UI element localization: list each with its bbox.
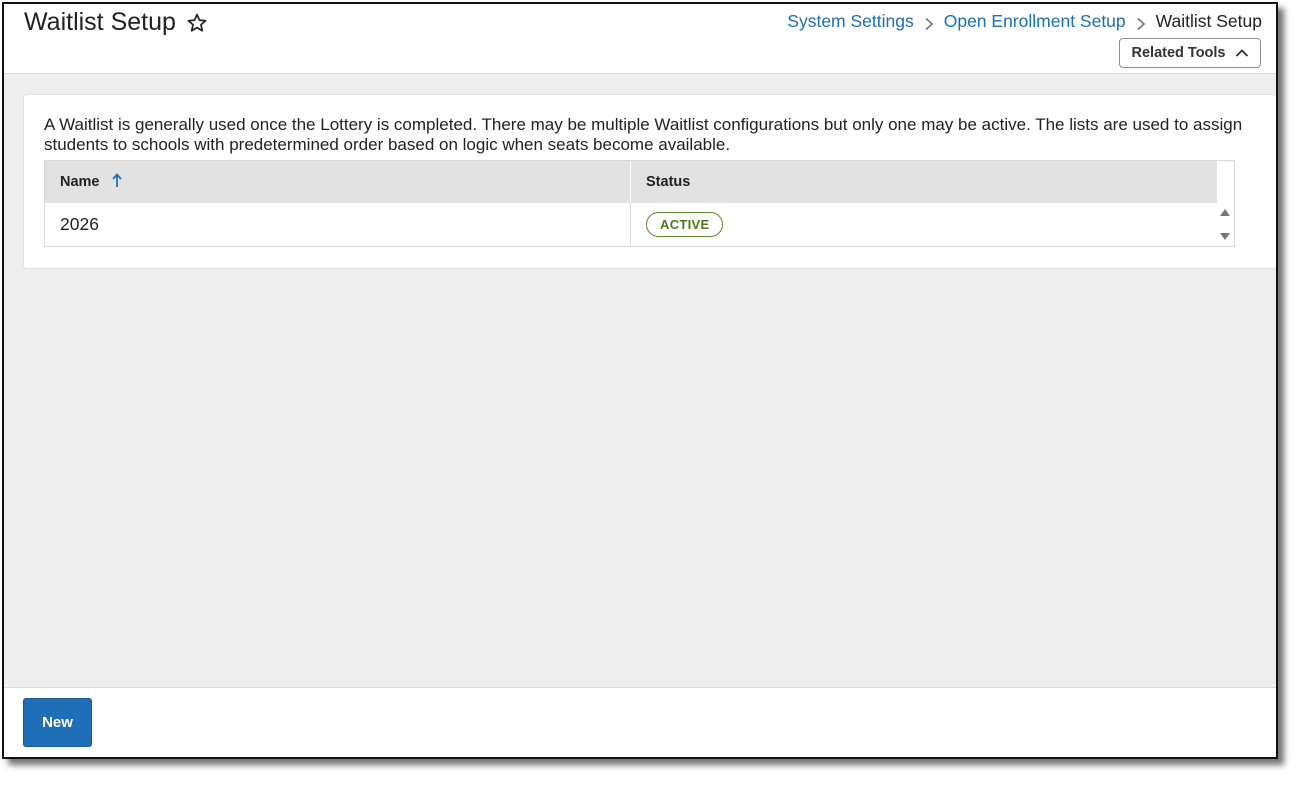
page-title: Waitlist Setup [24, 8, 176, 36]
chevron-right-icon [923, 15, 935, 30]
column-header-status[interactable]: Status [631, 161, 1217, 203]
breadcrumb-open-enrollment-setup[interactable]: Open Enrollment Setup [944, 11, 1126, 32]
waitlist-table: Name Status 2026 ACTIVE [44, 160, 1235, 247]
description-text: A Waitlist is generally used once the Lo… [44, 115, 1243, 154]
column-header-name[interactable]: Name [45, 161, 631, 203]
scroll-up-icon[interactable] [1219, 208, 1231, 218]
arrow-up-icon [111, 172, 122, 192]
table-header: Name Status [45, 161, 1217, 203]
action-bar: New [4, 687, 1276, 757]
status-badge: ACTIVE [646, 212, 724, 237]
related-tools-label: Related Tools [1131, 45, 1226, 61]
page-title-group: Waitlist Setup [24, 8, 208, 37]
chevron-up-icon [1235, 49, 1248, 57]
main-content: A Waitlist is generally used once the Lo… [4, 74, 1276, 687]
cell-name: 2026 [45, 203, 631, 246]
breadcrumb-system-settings[interactable]: System Settings [787, 11, 913, 32]
related-tools-button[interactable]: Related Tools [1119, 38, 1261, 68]
new-button[interactable]: New [23, 698, 92, 747]
app-window: Waitlist Setup System Settings Open Enro… [2, 2, 1278, 759]
breadcrumb: System Settings Open Enrollment Setup Wa… [787, 11, 1262, 32]
scroll-down-icon[interactable] [1219, 231, 1231, 241]
waitlist-card: A Waitlist is generally used once the Lo… [23, 94, 1276, 269]
page-header: Waitlist Setup System Settings Open Enro… [4, 4, 1276, 74]
star-icon[interactable] [186, 12, 208, 34]
chevron-right-icon [1135, 15, 1147, 30]
breadcrumb-current: Waitlist Setup [1155, 11, 1262, 31]
cell-status: ACTIVE [631, 203, 1217, 246]
table-scrollbar[interactable] [1216, 203, 1234, 246]
table-row[interactable]: 2026 ACTIVE [45, 203, 1217, 246]
